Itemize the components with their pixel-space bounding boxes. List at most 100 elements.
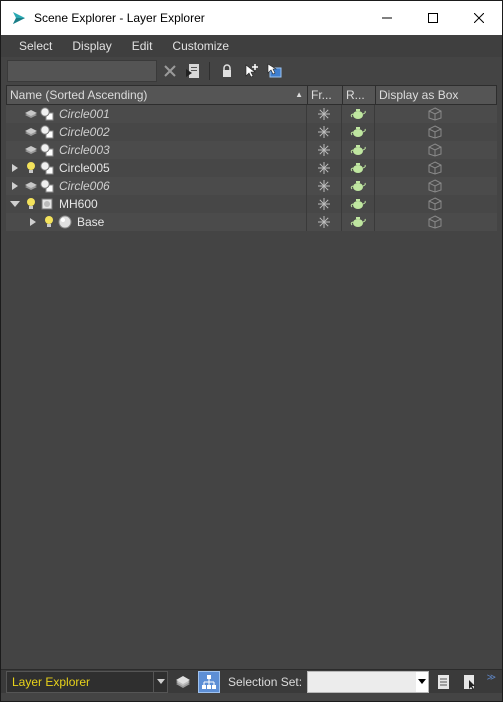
explorer-dropdown-value: Layer Explorer: [12, 674, 91, 689]
lock-icon: [223, 64, 231, 77]
row-label: Circle001: [59, 107, 110, 121]
column-header: Name (Sorted Ascending) ▲ Fr... R... Dis…: [6, 85, 497, 105]
row-label: Circle006: [59, 179, 110, 193]
lightbulb-icon[interactable]: [24, 161, 38, 175]
lightbulb-icon[interactable]: [24, 197, 38, 211]
close-icon: [474, 13, 484, 23]
display-box-icon[interactable]: [428, 143, 442, 157]
minimize-icon: [382, 17, 392, 19]
row-label: MH600: [59, 197, 98, 211]
sort-ascending-icon: ▲: [295, 90, 303, 99]
freeze-snowflake-icon[interactable]: [318, 126, 330, 138]
render-teapot-icon[interactable]: [350, 126, 366, 138]
sort-by-hierarchy-button[interactable]: [198, 670, 220, 693]
row-label: Base: [77, 215, 105, 229]
display-box-icon[interactable]: [428, 179, 442, 193]
menu-display[interactable]: Display: [62, 39, 121, 53]
display-box-icon[interactable]: [428, 107, 442, 121]
close-button[interactable]: [456, 1, 502, 35]
render-teapot-icon[interactable]: [350, 144, 366, 156]
column-freeze[interactable]: Fr...: [308, 86, 343, 104]
minimize-button[interactable]: [364, 1, 410, 35]
column-display-as-box[interactable]: Display as Box: [376, 86, 496, 104]
sphere-object-icon: [58, 215, 72, 229]
lock-button[interactable]: [216, 60, 238, 82]
sort-by-layer-button[interactable]: [172, 671, 194, 693]
table-row[interactable]: Circle001: [6, 105, 497, 123]
resize-grip-icon[interactable]: ≫: [487, 672, 496, 683]
freeze-snowflake-icon[interactable]: [318, 162, 330, 174]
display-box-icon[interactable]: [428, 161, 442, 175]
manage-selection-sets-button[interactable]: [433, 671, 455, 693]
select-objects-icon: [267, 63, 282, 78]
app-logo-icon: [11, 10, 27, 26]
document-list-icon: [438, 674, 450, 689]
selection-set-combo[interactable]: [307, 670, 430, 693]
layer-stack-icon[interactable]: [24, 179, 38, 193]
clear-search-button[interactable]: [159, 60, 181, 82]
menu-select[interactable]: Select: [9, 39, 62, 53]
layer-stack-icon[interactable]: [24, 107, 38, 121]
chevron-down-icon[interactable]: [153, 671, 167, 692]
display-box-icon[interactable]: [428, 125, 442, 139]
expand-arrow-icon[interactable]: [10, 181, 20, 191]
render-teapot-icon[interactable]: [350, 216, 366, 228]
cursor-plus-icon: [245, 64, 258, 78]
collapse-arrow-icon[interactable]: [10, 199, 20, 209]
layer-tree[interactable]: Circle001 Circle002 Circle003 Circle005 …: [6, 105, 497, 667]
toolbar-separator: [209, 62, 210, 80]
select-by-list-button[interactable]: [183, 60, 205, 82]
select-from-set-button[interactable]: [459, 671, 481, 693]
table-row[interactable]: Circle003: [6, 141, 497, 159]
column-name[interactable]: Name (Sorted Ascending) ▲: [7, 86, 308, 104]
toolbar: [1, 57, 502, 85]
row-label: Circle003: [59, 143, 110, 157]
title-bar[interactable]: Scene Explorer - Layer Explorer: [1, 1, 502, 35]
display-box-icon[interactable]: [428, 215, 442, 229]
render-teapot-icon[interactable]: [350, 198, 366, 210]
layer-object-icon: [40, 197, 54, 211]
layer-stack-icon[interactable]: [24, 143, 38, 157]
select-list-icon: [186, 64, 199, 78]
freeze-snowflake-icon[interactable]: [318, 180, 330, 192]
table-row[interactable]: MH600: [6, 195, 497, 213]
column-name-label: Name (Sorted Ascending): [10, 88, 148, 102]
layers-icon: [176, 675, 190, 688]
render-teapot-icon[interactable]: [350, 108, 366, 120]
table-row[interactable]: Base: [6, 213, 497, 231]
select-highlighted-button[interactable]: [264, 60, 286, 82]
status-bar: Layer Explorer Selection Set: ≫: [1, 669, 502, 693]
explorer-dropdown[interactable]: Layer Explorer: [6, 670, 168, 693]
maximize-icon: [428, 13, 438, 23]
object-shape-icon: [40, 161, 54, 175]
freeze-snowflake-icon[interactable]: [318, 198, 330, 210]
object-shape-icon: [40, 125, 54, 139]
expand-arrow-icon[interactable]: [10, 163, 20, 173]
object-shape-icon: [40, 179, 54, 193]
document-cursor-icon: [464, 674, 476, 690]
render-teapot-icon[interactable]: [350, 162, 366, 174]
maximize-button[interactable]: [410, 1, 456, 35]
hierarchy-icon: [202, 674, 216, 689]
clear-x-icon: [164, 65, 176, 77]
window-title: Scene Explorer - Layer Explorer: [34, 11, 205, 25]
table-row[interactable]: Circle005: [6, 159, 497, 177]
expand-arrow-icon[interactable]: [28, 217, 38, 227]
table-row[interactable]: Circle006: [6, 177, 497, 195]
render-teapot-icon[interactable]: [350, 180, 366, 192]
object-shape-icon: [40, 143, 54, 157]
display-box-icon[interactable]: [428, 197, 442, 211]
lightbulb-icon[interactable]: [42, 215, 56, 229]
menu-customize[interactable]: Customize: [162, 39, 239, 53]
add-to-layer-button[interactable]: [240, 60, 262, 82]
menu-edit[interactable]: Edit: [122, 39, 163, 53]
chevron-down-icon[interactable]: [416, 671, 429, 692]
menu-bar: Select Display Edit Customize: [1, 35, 502, 57]
freeze-snowflake-icon[interactable]: [318, 216, 330, 228]
table-row[interactable]: Circle002: [6, 123, 497, 141]
freeze-snowflake-icon[interactable]: [318, 144, 330, 156]
find-input[interactable]: [7, 60, 157, 82]
layer-stack-icon[interactable]: [24, 125, 38, 139]
column-render[interactable]: R...: [343, 86, 376, 104]
freeze-snowflake-icon[interactable]: [318, 108, 330, 120]
